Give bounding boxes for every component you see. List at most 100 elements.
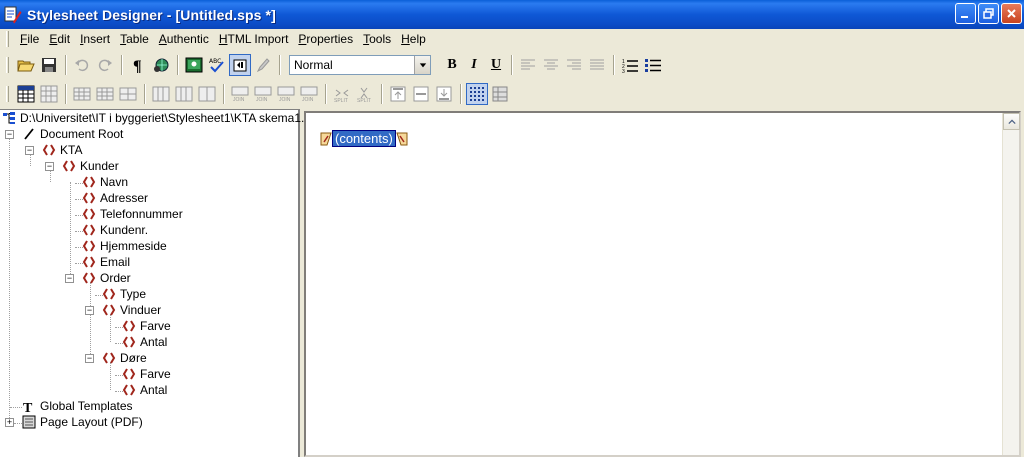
underline-button[interactable]: U — [485, 54, 507, 76]
tree-item-hjemmeside[interactable]: Hjemmeside — [82, 238, 167, 254]
collapse-document-root[interactable]: − — [5, 130, 14, 139]
svg-text:¶: ¶ — [133, 58, 142, 74]
join-right-icon[interactable]: JOIN — [252, 83, 274, 105]
schema-file-path: D:\Universitet\IT i byggeriet\Stylesheet… — [20, 111, 317, 125]
show-tags-icon[interactable] — [229, 54, 251, 76]
element-icon — [122, 367, 136, 381]
scroll-up-button[interactable] — [1003, 113, 1020, 130]
delete-column-icon[interactable] — [196, 83, 218, 105]
justify-icon[interactable] — [586, 54, 608, 76]
valign-middle-icon[interactable] — [410, 83, 432, 105]
numbered-list-icon[interactable]: 123 — [619, 54, 641, 76]
menu-edit[interactable]: Edit — [44, 29, 75, 49]
menu-html-import[interactable]: HTML Import — [214, 29, 294, 49]
collapse-vinduer[interactable]: − — [85, 306, 94, 315]
contents-placeholder[interactable]: (contents) — [320, 130, 408, 147]
spellcheck-icon[interactable]: ABC — [206, 54, 228, 76]
append-column-icon[interactable] — [173, 83, 195, 105]
menu-file[interactable]: File — [15, 29, 44, 49]
join-up-icon[interactable]: JOIN — [275, 83, 297, 105]
collapse-kunder[interactable]: − — [45, 162, 54, 171]
italic-button[interactable]: I — [463, 54, 485, 76]
delete-row-icon[interactable] — [117, 83, 139, 105]
valign-bottom-icon[interactable] — [433, 83, 455, 105]
toolbar-grip[interactable] — [6, 57, 9, 73]
close-button[interactable] — [1001, 3, 1022, 24]
tree-item-dore-antal[interactable]: Antal — [122, 382, 167, 398]
tree-item-email[interactable]: Email — [82, 254, 130, 270]
schema-tree-pane[interactable]: − − − − − − + D:\Universitet\IT i bygger… — [0, 109, 316, 457]
menu-properties[interactable]: Properties — [293, 29, 358, 49]
align-left-icon[interactable] — [517, 54, 539, 76]
tree-item-document-root[interactable]: Document Root — [22, 126, 123, 142]
element-icon — [122, 335, 136, 349]
menu-authentic[interactable]: Authentic — [154, 29, 214, 49]
insert-column-icon[interactable] — [150, 83, 172, 105]
tree-item-dore[interactable]: Døre — [102, 350, 147, 366]
design-view[interactable]: (contents) — [304, 111, 1021, 457]
tree-item-adresser[interactable]: Adresser — [82, 190, 148, 206]
undo-icon[interactable] — [71, 54, 93, 76]
app-icon[interactable] — [4, 6, 22, 24]
tree-item-kundenr[interactable]: Kundenr. — [82, 222, 148, 238]
element-icon — [82, 191, 96, 205]
element-icon — [102, 351, 116, 365]
collapse-kta[interactable]: − — [25, 146, 34, 155]
tree-item-schema-file[interactable]: D:\Universitet\IT i byggeriet\Stylesheet… — [2, 110, 316, 126]
menu-table[interactable]: Table — [115, 29, 154, 49]
tree-item-telefonnummer[interactable]: Telefonnummer — [82, 206, 183, 222]
vertical-scrollbar[interactable] — [1002, 113, 1020, 455]
save-icon[interactable] — [38, 54, 60, 76]
tree-item-vinduer[interactable]: Vinduer — [102, 302, 161, 318]
tree-item-vinduer-antal[interactable]: Antal — [122, 334, 167, 350]
show-table-markup-icon[interactable] — [466, 82, 488, 105]
table-properties-icon[interactable] — [489, 83, 511, 105]
pen-icon[interactable] — [252, 54, 274, 76]
collapse-dore[interactable]: − — [85, 354, 94, 363]
separator — [279, 55, 281, 75]
paragraph-style-select[interactable]: Normal — [289, 55, 431, 75]
restore-button[interactable] — [978, 3, 999, 24]
tree-item-navn[interactable]: Navn — [82, 174, 128, 190]
paragraph-style-value: Normal — [294, 58, 333, 72]
expand-page-layout[interactable]: + — [5, 418, 14, 427]
align-right-icon[interactable] — [563, 54, 585, 76]
tree-item-dore-farve[interactable]: Farve — [122, 366, 171, 382]
open-folder-icon[interactable] — [15, 54, 37, 76]
tree-item-kunder[interactable]: Kunder — [62, 158, 119, 174]
menu-help[interactable]: Help — [396, 29, 431, 49]
tree-line — [110, 314, 111, 342]
valign-top-icon[interactable] — [387, 83, 409, 105]
tree-item-type[interactable]: Type — [102, 286, 146, 302]
minimize-button[interactable] — [955, 3, 976, 24]
redo-icon[interactable] — [94, 54, 116, 76]
insert-table-icon[interactable] — [15, 83, 37, 105]
element-icon — [82, 175, 96, 189]
bold-button[interactable]: B — [441, 54, 463, 76]
chevron-down-icon[interactable] — [414, 56, 430, 74]
tree-item-kta[interactable]: KTA — [42, 142, 82, 158]
tree-item-order[interactable]: Order — [82, 270, 131, 286]
append-row-icon[interactable] — [94, 83, 116, 105]
tree-item-global-templates[interactable]: T Global Templates — [22, 398, 133, 414]
bullet-list-icon[interactable] — [642, 54, 664, 76]
join-left-icon[interactable]: JOIN — [229, 83, 251, 105]
toolbar-grip[interactable] — [6, 85, 9, 102]
split-horizontal-icon[interactable]: SPLIT — [331, 83, 353, 105]
contents-element[interactable]: (contents) — [332, 130, 396, 147]
menu-grip[interactable] — [6, 31, 9, 47]
preview-globe-icon[interactable] — [150, 54, 172, 76]
insert-image-icon[interactable] — [183, 54, 205, 76]
pilcrow-icon[interactable]: ¶ — [127, 54, 149, 76]
tree-item-page-layout[interactable]: Page Layout (PDF) — [22, 414, 143, 430]
align-center-icon[interactable] — [540, 54, 562, 76]
table-grid-icon[interactable] — [38, 83, 60, 105]
join-down-icon[interactable]: JOIN — [298, 83, 320, 105]
menu-insert[interactable]: Insert — [75, 29, 115, 49]
menu-tools[interactable]: Tools — [358, 29, 396, 49]
element-icon — [122, 383, 136, 397]
insert-row-icon[interactable] — [71, 83, 93, 105]
tree-item-vinduer-farve[interactable]: Farve — [122, 318, 171, 334]
split-vertical-icon[interactable]: SPLIT — [354, 83, 376, 105]
collapse-order[interactable]: − — [65, 274, 74, 283]
